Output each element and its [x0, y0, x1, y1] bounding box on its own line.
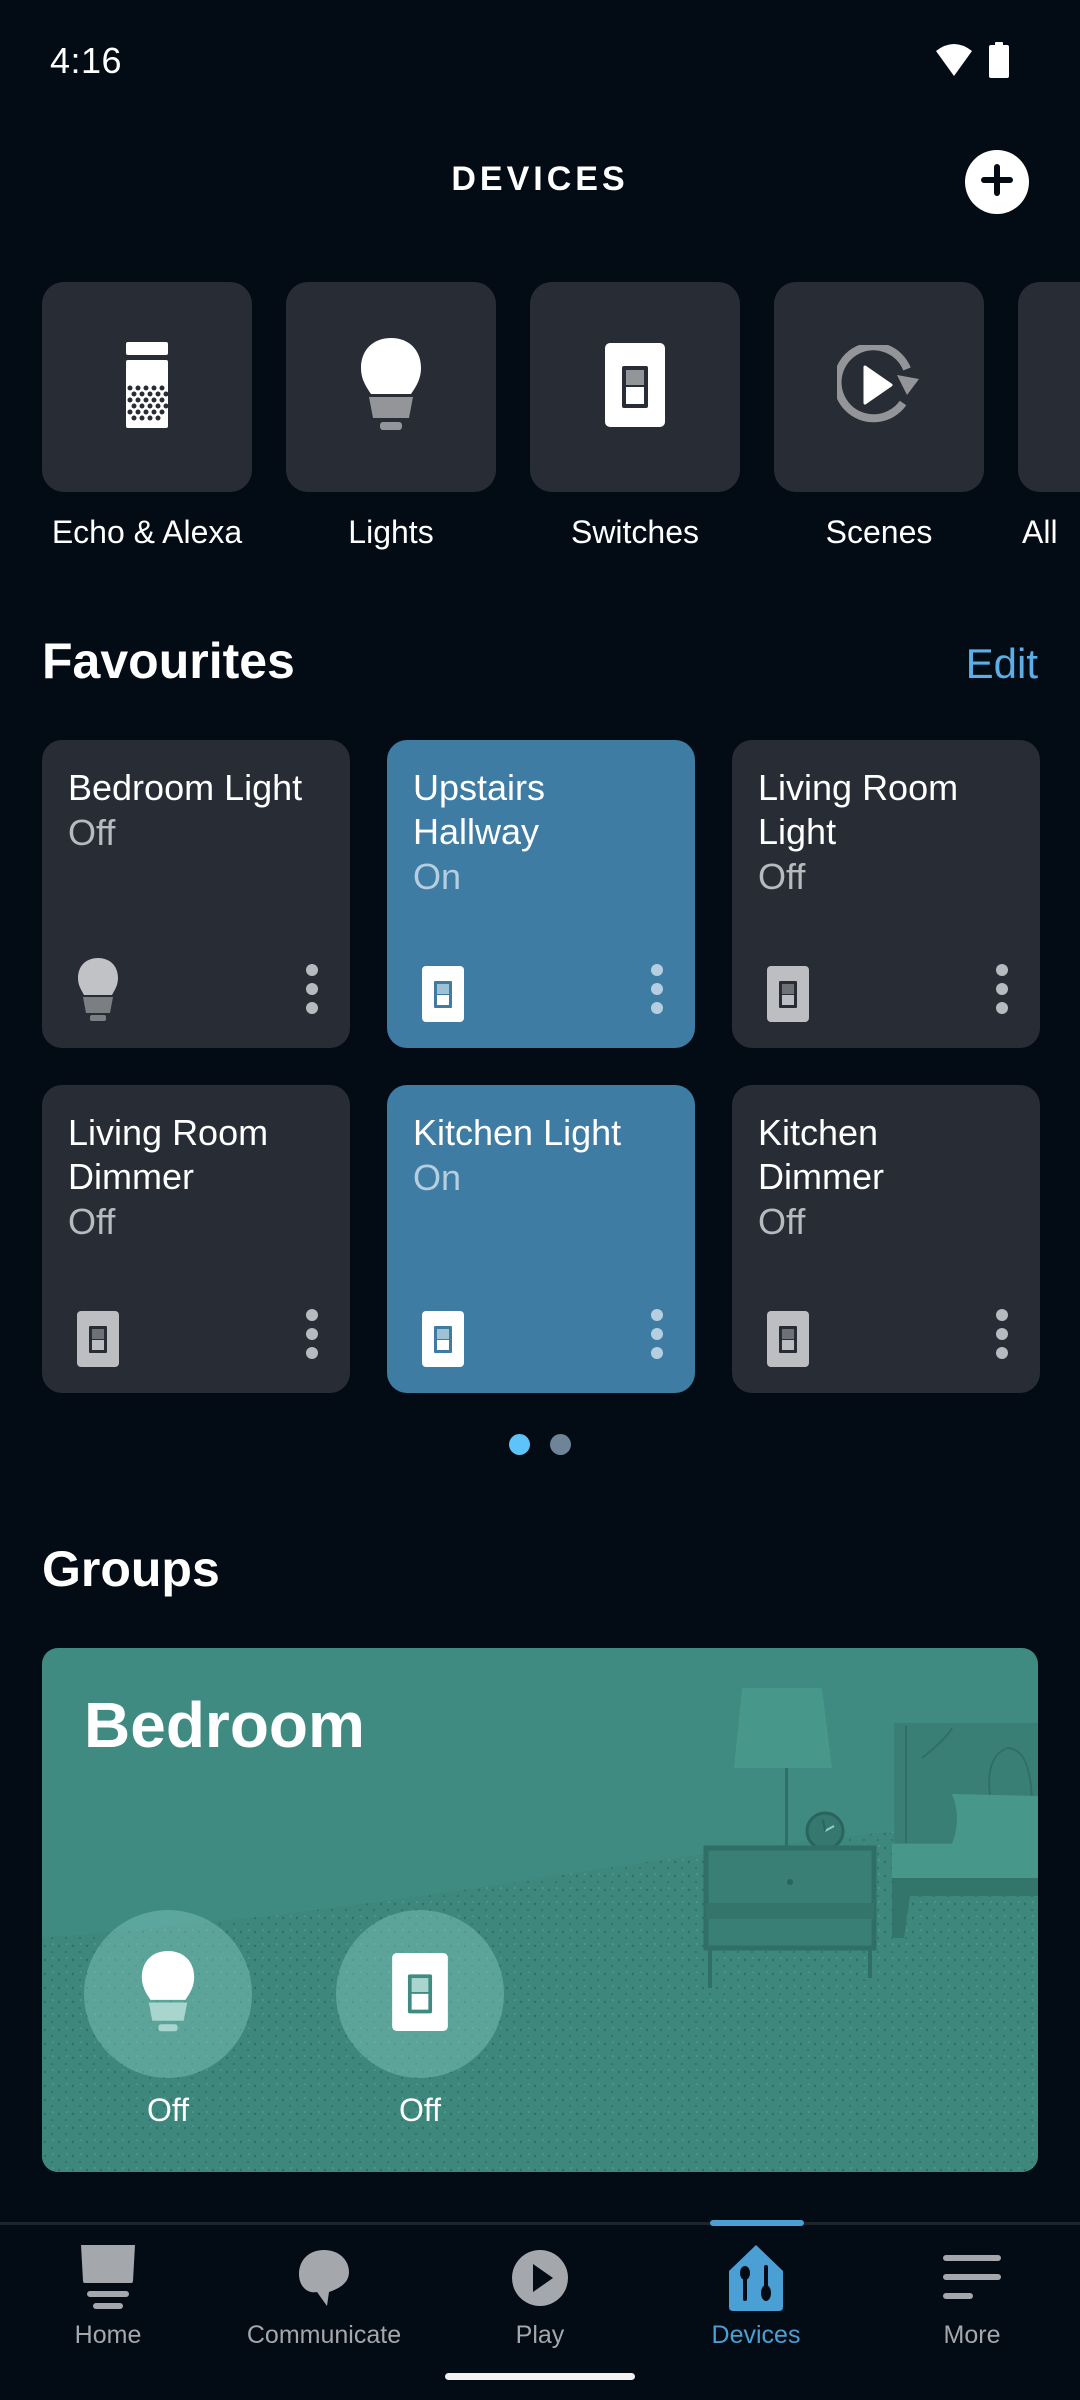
status-time: 4:16 [50, 40, 123, 81]
system-home-indicator[interactable] [445, 2373, 635, 2380]
category-lights[interactable]: Lights [286, 282, 496, 551]
group-device-state: Off [398, 2092, 442, 2128]
group-card-bedroom[interactable]: Bedroom Off Off [42, 1648, 1038, 2172]
chat-bubble-icon [289, 2245, 359, 2311]
device-state: Off [68, 1201, 116, 1242]
page-dot-2[interactable] [550, 1434, 571, 1455]
more-options-button[interactable] [645, 1309, 669, 1359]
light-switch-icon [392, 1952, 448, 2036]
category-tile [1018, 282, 1080, 492]
favourites-grid: Bedroom Light Off Upstairs Hallway On Li… [42, 740, 1040, 1393]
nav-label: Home [74, 2321, 142, 2349]
echo-speaker-icon [125, 341, 169, 433]
battery-icon [988, 42, 1010, 83]
play-icon [505, 2245, 575, 2311]
category-tile [774, 282, 984, 492]
device-state: Off [758, 856, 806, 897]
device-state: Off [68, 812, 116, 853]
device-state: On [413, 1157, 462, 1198]
device-name: Kitchen Dimmer [758, 1112, 884, 1197]
light-switch-icon [605, 342, 665, 432]
category-label: Scenes [825, 514, 933, 550]
nav-label: More [943, 2321, 1001, 2349]
favourite-card[interactable]: Kitchen Light On [387, 1085, 695, 1393]
page-title: DEVICES [451, 160, 629, 198]
favourite-card[interactable]: Kitchen Dimmer Off [732, 1085, 1040, 1393]
category-switches[interactable]: Switches [530, 282, 740, 551]
nav-home[interactable]: Home [0, 2225, 216, 2350]
category-tile [42, 282, 252, 492]
category-scenes[interactable]: Scenes [774, 282, 984, 551]
light-switch-icon[interactable] [74, 1307, 122, 1367]
more-options-button[interactable] [300, 1309, 324, 1359]
device-state: Off [758, 1201, 806, 1242]
favourite-card[interactable]: Bedroom Light Off [42, 740, 350, 1048]
device-name: Kitchen Light [413, 1112, 622, 1153]
favourite-card[interactable]: Living Room Dimmer Off [42, 1085, 350, 1393]
favourite-card[interactable]: Living Room Light Off [732, 740, 1040, 1048]
group-device-toggle[interactable] [84, 1910, 252, 2078]
category-tile [286, 282, 496, 492]
favourite-card[interactable]: Upstairs Hallway On [387, 740, 695, 1048]
device-state: On [413, 856, 462, 897]
nav-communicate[interactable]: Communicate [216, 2225, 432, 2350]
nav-label: Play [515, 2321, 565, 2349]
nav-label: Communicate [246, 2321, 402, 2349]
light-bulb-icon [359, 337, 423, 437]
menu-icon [937, 2245, 1007, 2311]
devices-house-icon [721, 2245, 791, 2311]
group-device-toggle[interactable] [336, 1910, 504, 2078]
active-tab-indicator [710, 2220, 804, 2226]
device-name: Living Room Light [758, 767, 959, 852]
wifi-icon [934, 43, 974, 82]
category-echo-alexa[interactable]: Echo & Alexa [42, 282, 252, 551]
category-tile [530, 282, 740, 492]
light-switch-icon[interactable] [764, 1307, 812, 1367]
groups-title: Groups [42, 1541, 220, 1597]
more-options-button[interactable] [990, 1309, 1014, 1359]
plus-icon [979, 162, 1015, 203]
more-options-button[interactable] [990, 964, 1014, 1014]
home-icon [73, 2245, 143, 2311]
nav-label: Devices [711, 2321, 801, 2349]
category-all[interactable]: All [1018, 282, 1080, 551]
page-dot-1[interactable] [509, 1434, 530, 1455]
nav-play[interactable]: Play [432, 2225, 648, 2350]
edit-favourites-button[interactable]: Edit [966, 640, 1038, 688]
favourites-pagination [0, 1434, 1080, 1455]
device-name: Bedroom Light [68, 767, 303, 808]
device-categories: Echo & Alexa Lights Switches Scenes All [42, 282, 1080, 551]
header: DEVICES [0, 140, 1080, 230]
add-device-button[interactable] [965, 150, 1029, 214]
device-name: Living Room Dimmer [68, 1112, 269, 1197]
more-options-button[interactable] [300, 964, 324, 1014]
light-switch-icon[interactable] [419, 1307, 467, 1367]
light-bulb-icon[interactable] [74, 958, 122, 1022]
light-switch-icon[interactable] [764, 962, 812, 1022]
group-name: Bedroom [84, 1689, 365, 1761]
group-device-switch[interactable]: Off [336, 1910, 504, 2129]
bottom-navigation: Home Communicate Play Devices More [0, 2220, 1080, 2400]
light-switch-icon[interactable] [419, 962, 467, 1022]
light-bulb-icon [140, 1950, 196, 2038]
category-label: All [1022, 514, 1058, 550]
category-label: Switches [570, 514, 700, 550]
nav-more[interactable]: More [864, 2225, 1080, 2350]
category-label: Echo & Alexa [51, 514, 243, 550]
category-label: Lights [348, 514, 434, 550]
group-device-light[interactable]: Off [84, 1910, 252, 2129]
group-device-state: Off [146, 2092, 190, 2128]
status-bar: 4:16 [0, 0, 1080, 120]
nav-devices[interactable]: Devices [648, 2225, 864, 2350]
favourites-title: Favourites [42, 633, 295, 689]
status-icons [934, 42, 1010, 83]
more-options-button[interactable] [645, 964, 669, 1014]
device-name: Upstairs Hallway [413, 767, 546, 852]
scene-play-icon [833, 341, 921, 430]
